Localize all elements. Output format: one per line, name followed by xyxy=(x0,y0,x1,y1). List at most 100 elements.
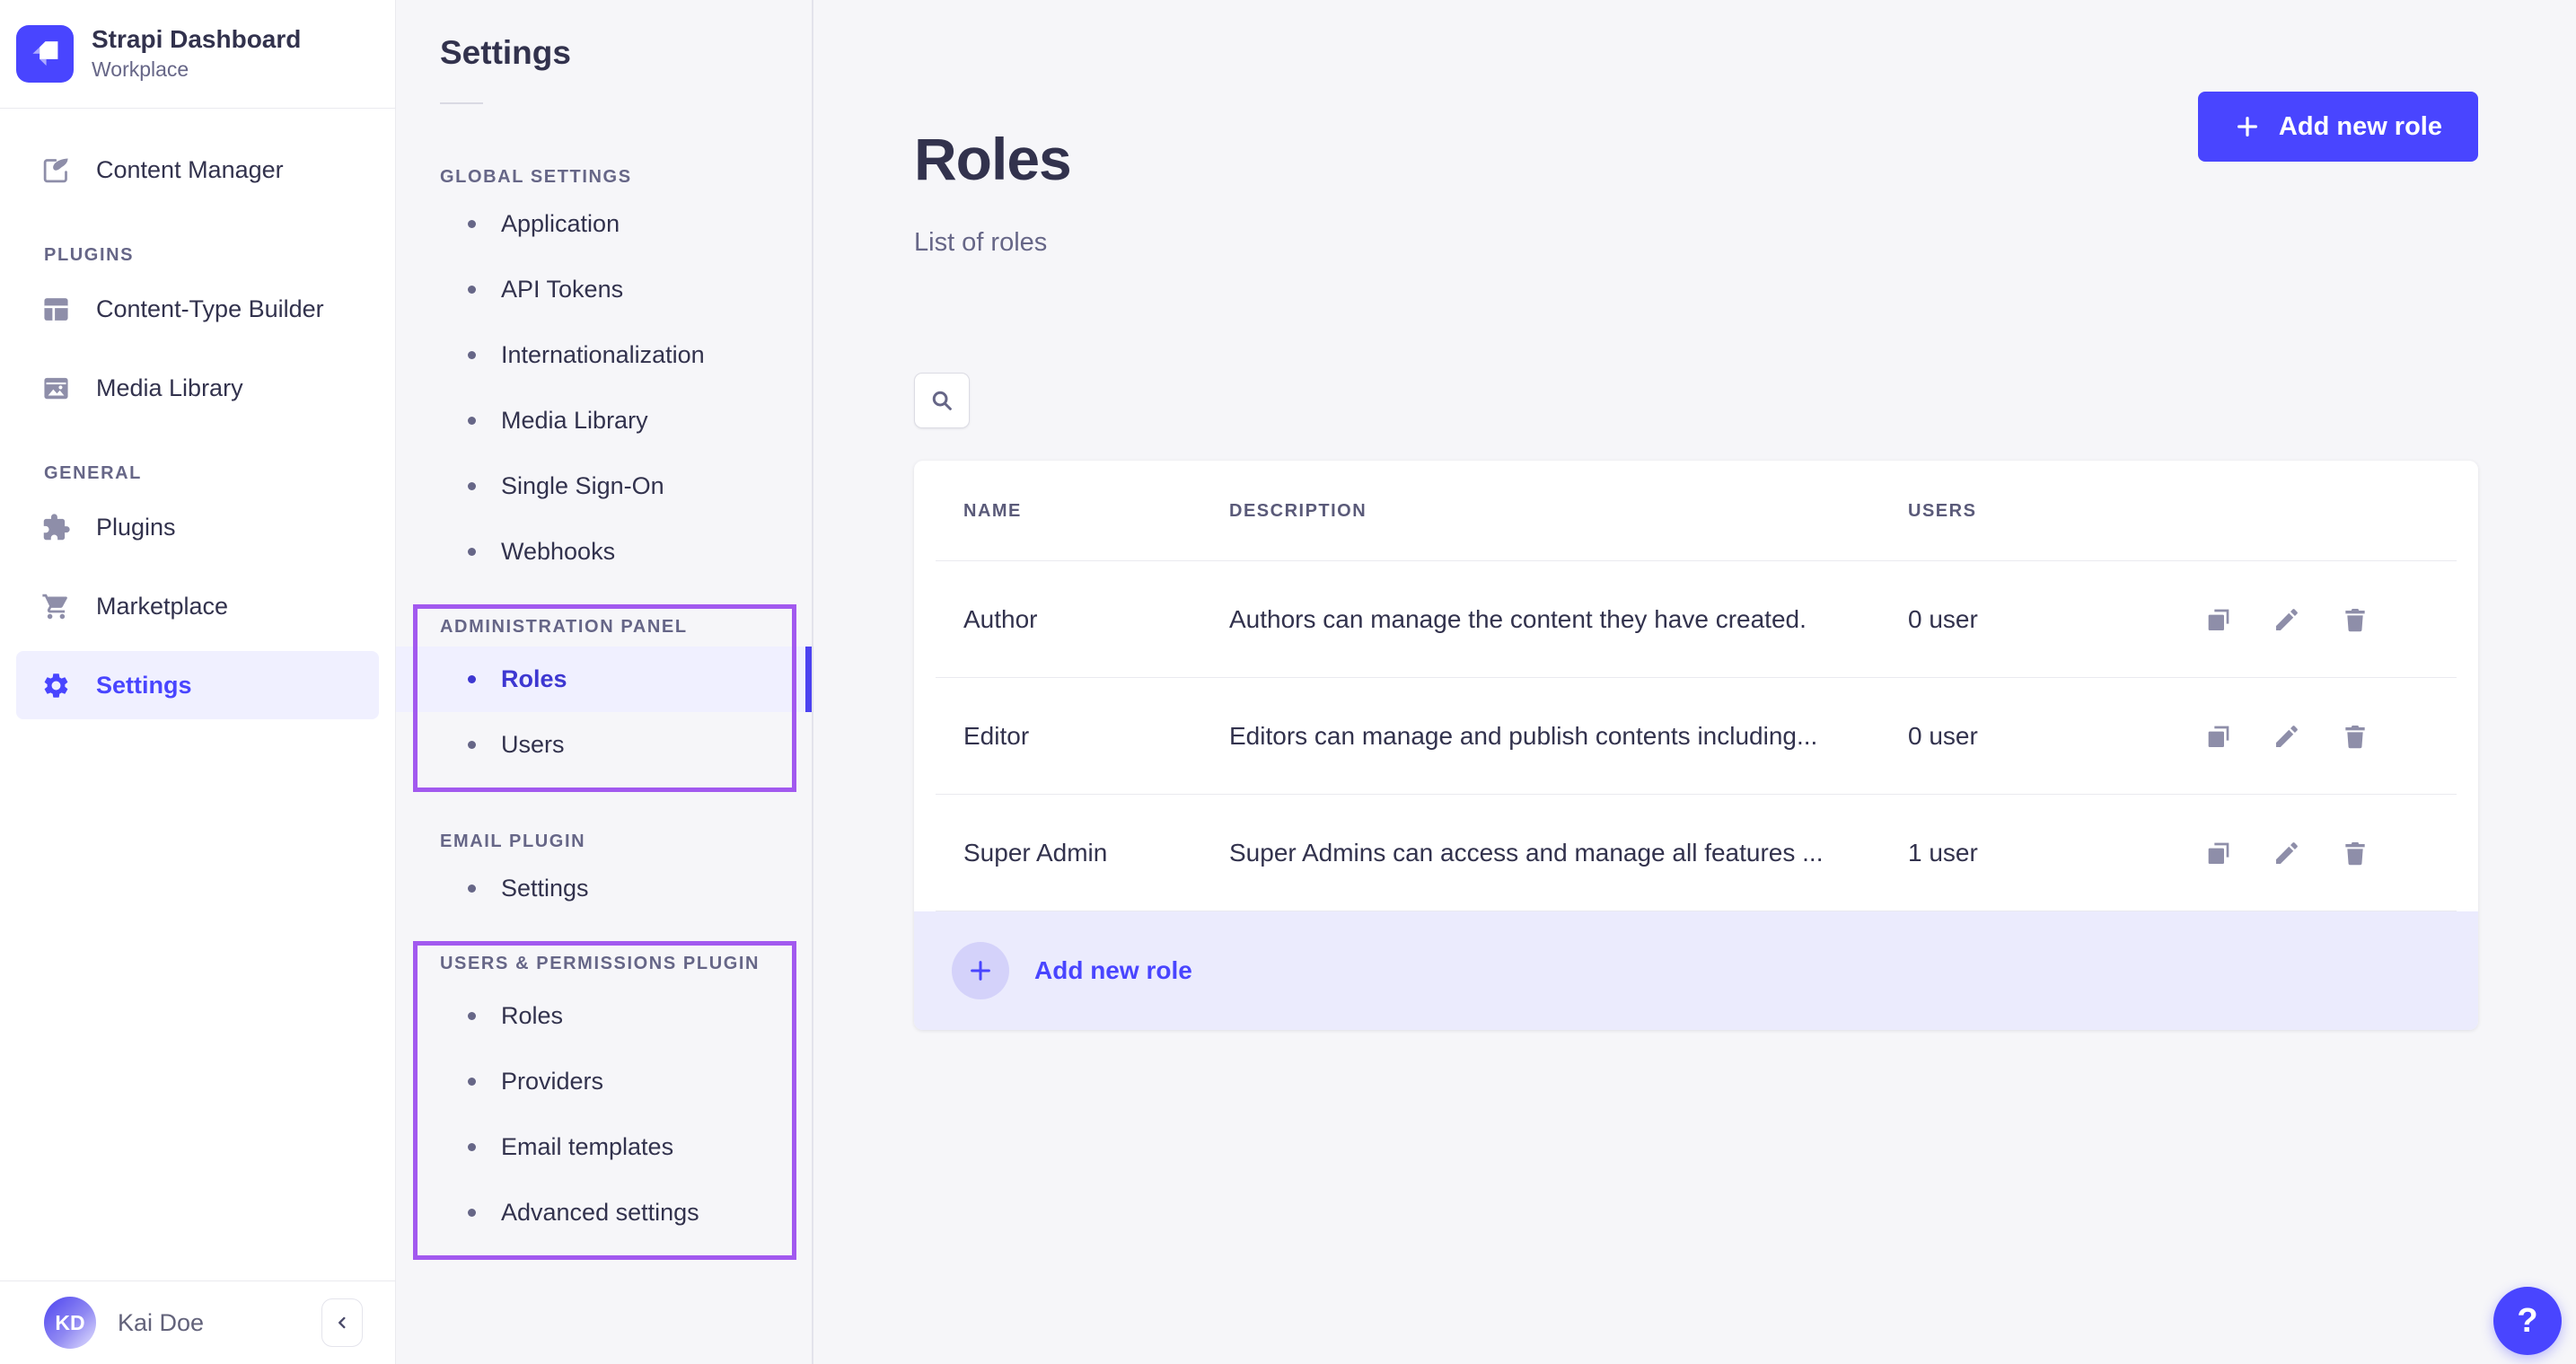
table-row[interactable]: Super Admin Super Admins can access and … xyxy=(914,795,2478,911)
trash-icon xyxy=(2341,605,2369,634)
sidebar-item-plugins[interactable]: Plugins xyxy=(0,488,395,567)
trash-icon xyxy=(2341,839,2369,867)
feather-icon xyxy=(41,155,71,185)
duplicate-icon xyxy=(2204,605,2233,634)
sidebar-item-label: Settings xyxy=(96,672,192,700)
role-user-count: 0 user xyxy=(1908,605,2204,634)
strapi-logo-icon xyxy=(16,25,74,83)
subnav-section-global-settings: GLOBAL SETTINGS Application API Tokens I… xyxy=(396,167,812,585)
edit-button[interactable] xyxy=(2273,605,2301,634)
bullet-icon xyxy=(468,1078,476,1086)
sidebar-item-media-library[interactable]: Media Library xyxy=(0,348,395,427)
bullet-icon xyxy=(468,548,476,556)
user-name: Kai Doe xyxy=(118,1309,204,1337)
main-sidebar: Strapi Dashboard Workplace Content Manag… xyxy=(0,0,396,1364)
sidebar-item-label: Content Manager xyxy=(96,156,284,184)
subnav-item-label: Webhooks xyxy=(501,538,615,566)
sidebar-item-content-type-builder[interactable]: Content-Type Builder xyxy=(0,269,395,348)
subnav-item-label: Internationalization xyxy=(501,341,705,369)
bullet-icon xyxy=(468,482,476,490)
add-new-role-button[interactable]: Add new role xyxy=(2198,92,2478,162)
column-header-name: NAME xyxy=(963,501,1229,522)
role-name: Author xyxy=(963,605,1229,634)
help-button[interactable]: ? xyxy=(2493,1287,2562,1355)
edit-button[interactable] xyxy=(2273,722,2301,751)
role-description: Authors can manage the content they have… xyxy=(1229,605,1908,634)
subnav-item-label: Providers xyxy=(501,1068,603,1096)
subnav-item-label: Advanced settings xyxy=(501,1199,699,1227)
roles-table: NAME DESCRIPTION USERS Author Authors ca… xyxy=(914,461,2478,1030)
subnav-item-label: Roles xyxy=(501,1002,563,1030)
delete-button[interactable] xyxy=(2341,722,2369,751)
main-content: Roles List of roles Add new role NAME DE… xyxy=(813,0,2576,1364)
subnav-item-providers[interactable]: Providers xyxy=(396,1049,812,1114)
subnav-item-label: Users xyxy=(501,731,565,759)
search-icon xyxy=(928,387,955,414)
table-row[interactable]: Editor Editors can manage and publish co… xyxy=(914,678,2478,795)
subnav-title: Settings xyxy=(440,34,812,72)
settings-subnav: Settings GLOBAL SETTINGS Application API… xyxy=(396,0,813,1364)
search-button[interactable] xyxy=(914,373,970,428)
delete-button[interactable] xyxy=(2341,605,2369,634)
bullet-icon xyxy=(468,1012,476,1020)
table-row[interactable]: Author Authors can manage the content th… xyxy=(914,561,2478,678)
annotation-box-users-permissions-plugin: USERS & PERMISSIONS PLUGIN Roles Provide… xyxy=(413,941,796,1260)
subnav-item-api-tokens[interactable]: API Tokens xyxy=(396,257,812,322)
gear-icon xyxy=(41,671,71,700)
workspace-name: Workplace xyxy=(92,57,301,82)
bullet-icon xyxy=(468,1143,476,1151)
table-header-row: NAME DESCRIPTION USERS xyxy=(914,461,2478,561)
duplicate-button[interactable] xyxy=(2204,605,2233,634)
duplicate-icon xyxy=(2204,839,2233,867)
column-header-description: DESCRIPTION xyxy=(1229,501,1908,522)
annotation-box-administration-panel: ADMINISTRATION PANEL Roles Users xyxy=(413,604,796,792)
bullet-icon xyxy=(468,741,476,749)
app-title: Strapi Dashboard xyxy=(92,26,301,54)
add-new-role-footer-button[interactable]: Add new role xyxy=(914,911,2478,1030)
trash-icon xyxy=(2341,722,2369,751)
subnav-item-email-templates[interactable]: Email templates xyxy=(396,1114,812,1180)
subnav-item-email-settings[interactable]: Settings xyxy=(396,856,812,921)
pencil-icon xyxy=(2273,839,2301,867)
delete-button[interactable] xyxy=(2341,839,2369,867)
chevron-left-icon xyxy=(332,1313,352,1333)
subnav-item-application[interactable]: Application xyxy=(396,191,812,257)
sidebar-nav: Content Manager PLUGINS Content-Type Bui… xyxy=(0,109,395,725)
role-user-count: 0 user xyxy=(1908,722,2204,751)
role-description: Super Admins can access and manage all f… xyxy=(1229,839,1908,867)
subnav-item-label: Roles xyxy=(501,665,567,693)
duplicate-icon xyxy=(2204,722,2233,751)
sidebar-item-label: Plugins xyxy=(96,514,176,541)
image-icon xyxy=(41,374,71,403)
role-user-count: 1 user xyxy=(1908,839,2204,867)
subnav-item-internationalization[interactable]: Internationalization xyxy=(396,322,812,388)
sidebar-item-marketplace[interactable]: Marketplace xyxy=(0,567,395,646)
column-header-users: USERS xyxy=(1908,501,2204,522)
collapse-sidebar-button[interactable] xyxy=(321,1298,363,1347)
duplicate-button[interactable] xyxy=(2204,722,2233,751)
duplicate-button[interactable] xyxy=(2204,839,2233,867)
layout-icon xyxy=(41,295,71,324)
sidebar-section-plugins: PLUGINS xyxy=(44,245,395,266)
subnav-item-users[interactable]: Users xyxy=(396,712,812,778)
sidebar-item-settings[interactable]: Settings xyxy=(16,651,379,719)
sidebar-item-content-manager[interactable]: Content Manager xyxy=(0,130,395,209)
subnav-item-advanced-settings[interactable]: Advanced settings xyxy=(396,1180,812,1245)
edit-button[interactable] xyxy=(2273,839,2301,867)
sidebar-user-area: KD Kai Doe xyxy=(0,1280,395,1364)
subnav-item-webhooks[interactable]: Webhooks xyxy=(396,519,812,585)
bullet-icon xyxy=(468,417,476,425)
page-subtitle: List of roles xyxy=(914,228,1071,258)
sidebar-item-label: Content-Type Builder xyxy=(96,295,324,323)
subnav-item-single-sign-on[interactable]: Single Sign-On xyxy=(396,453,812,519)
subnav-item-up-roles[interactable]: Roles xyxy=(396,983,812,1049)
subnav-section-email-plugin: EMAIL PLUGIN Settings xyxy=(396,832,812,921)
active-indicator-bar xyxy=(805,647,812,712)
user-avatar[interactable]: KD xyxy=(44,1297,96,1349)
workspace-brand[interactable]: Strapi Dashboard Workplace xyxy=(0,0,395,109)
plus-circle-icon xyxy=(952,942,1009,999)
bullet-icon xyxy=(468,1209,476,1217)
role-name: Editor xyxy=(963,722,1229,751)
subnav-item-media-library[interactable]: Media Library xyxy=(396,388,812,453)
subnav-item-roles-active[interactable]: Roles xyxy=(396,647,812,712)
